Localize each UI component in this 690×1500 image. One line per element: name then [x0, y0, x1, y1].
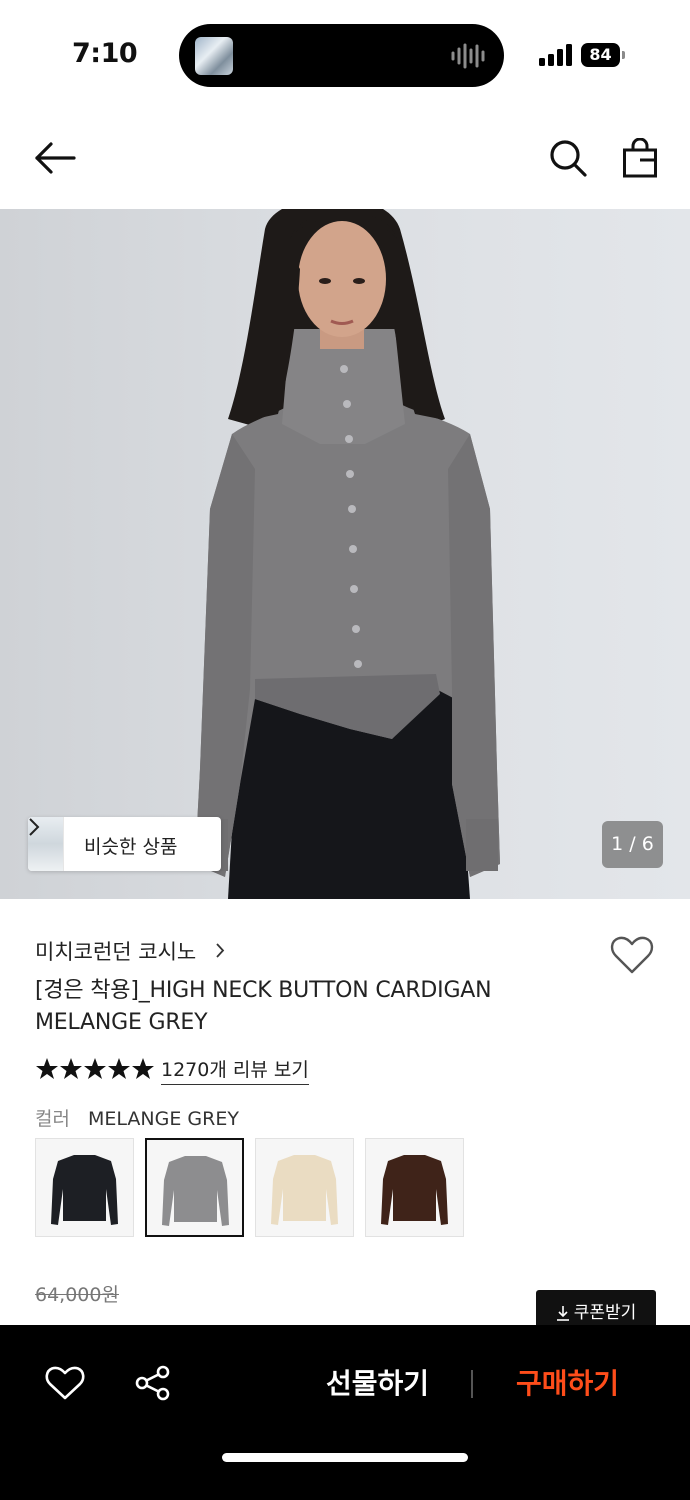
share-icon[interactable] — [134, 1365, 172, 1401]
product-photo — [195, 209, 500, 899]
battery-icon: 84 — [581, 43, 625, 67]
selected-color-value: MELANGE GREY — [88, 1108, 239, 1130]
audio-waveform-icon — [451, 43, 485, 69]
five-star-rating-icon — [36, 1058, 154, 1079]
arrow-left-icon[interactable] — [34, 140, 76, 176]
search-icon[interactable] — [548, 138, 588, 178]
color-option-row: 컬러 MELANGE GREY — [35, 1104, 239, 1131]
product-image-carousel[interactable]: 비슷한 상품 1 / 6 — [0, 209, 690, 899]
color-swatch[interactable] — [35, 1138, 134, 1237]
original-price: 64,000원 — [35, 1284, 119, 1306]
review-link[interactable]: 1270개 리뷰 보기 — [161, 1055, 309, 1085]
product-title: [경은 착용]_HIGH NECK BUTTON CARDIGAN MELANG… — [35, 978, 492, 1035]
color-swatch-selected[interactable] — [145, 1138, 244, 1237]
image-counter: 1 / 6 — [602, 821, 663, 868]
now-playing-thumbnail — [195, 37, 233, 75]
bottom-action-bar: 선물하기 구매하기 — [0, 1325, 690, 1500]
color-swatch[interactable] — [365, 1138, 464, 1237]
brand-name: 미치코런던 코시노 — [35, 940, 197, 964]
top-navigation — [0, 110, 690, 209]
status-time: 7:10 — [72, 38, 138, 69]
status-bar: 7:10 84 — [0, 0, 690, 110]
chevron-right-icon — [29, 818, 40, 836]
color-label: 컬러 — [35, 1108, 70, 1130]
coupon-label: 쿠폰받기 — [573, 1303, 637, 1323]
action-divider — [471, 1370, 473, 1398]
cellular-signal-icon — [539, 44, 572, 66]
brand-link[interactable]: 미치코런던 코시노 — [35, 936, 225, 966]
similar-products-button[interactable]: 비슷한 상품 — [28, 817, 221, 871]
color-swatch[interactable] — [255, 1138, 354, 1237]
heart-outline-icon[interactable] — [45, 1365, 85, 1401]
battery-level: 84 — [581, 43, 620, 67]
similar-products-label: 비슷한 상품 — [84, 836, 178, 858]
gift-button[interactable]: 선물하기 — [300, 1361, 455, 1407]
chevron-right-icon — [216, 943, 225, 958]
heart-outline-icon[interactable] — [610, 935, 654, 975]
shopping-bag-icon[interactable] — [622, 138, 658, 178]
buy-button[interactable]: 구매하기 — [490, 1361, 645, 1407]
home-indicator — [222, 1453, 468, 1462]
dynamic-island — [179, 24, 504, 87]
download-arrow-icon — [556, 1306, 569, 1321]
